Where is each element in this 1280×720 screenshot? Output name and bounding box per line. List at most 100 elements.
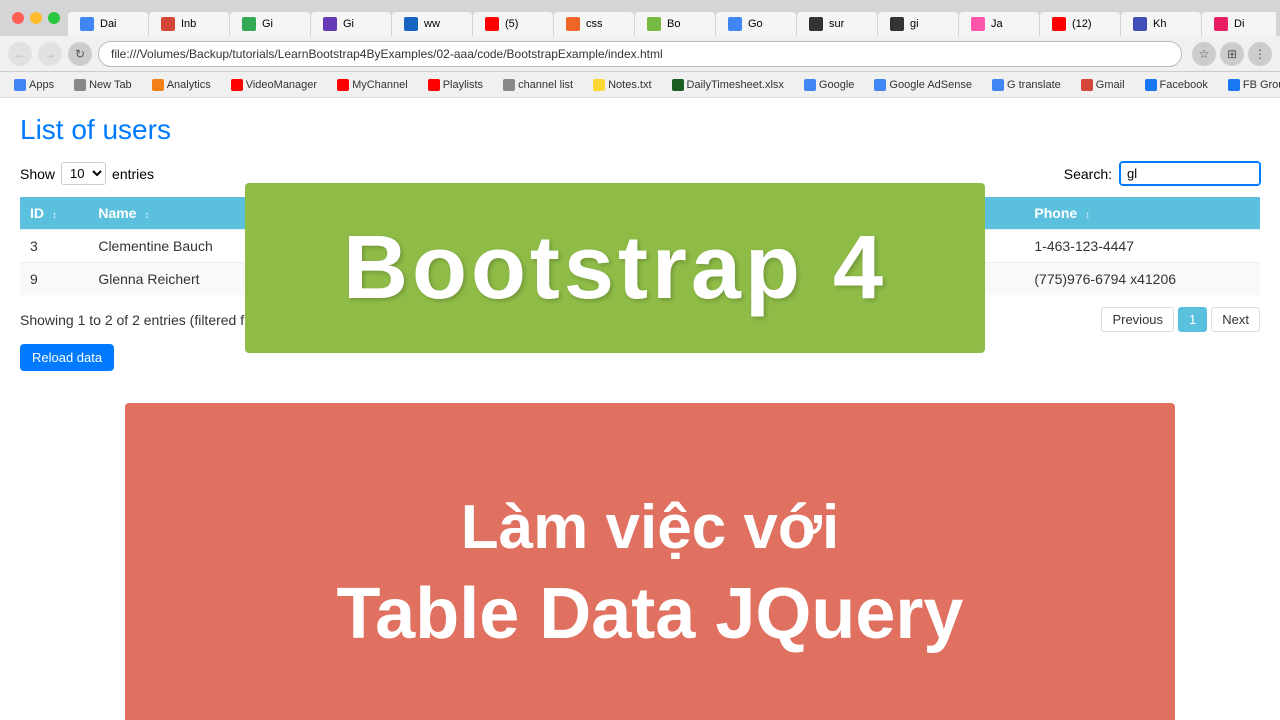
url-text: file:///Volumes/Backup/tutorials/LearnBo… bbox=[111, 47, 663, 61]
bookmark-playlists[interactable]: Playlists bbox=[422, 77, 489, 93]
menu-icon[interactable]: ⋮ bbox=[1248, 42, 1272, 66]
minimize-light[interactable] bbox=[30, 12, 42, 24]
tab-ww[interactable]: ww bbox=[392, 12, 472, 36]
tab-ja1[interactable]: Ja bbox=[959, 12, 1039, 36]
bookmark-icon bbox=[503, 79, 515, 91]
cell-id: 3 bbox=[20, 230, 88, 263]
bookmark-channel-list[interactable]: channel list bbox=[497, 77, 579, 93]
tabs-area: Dai Inb Gi Gi ww (5) bbox=[68, 0, 1276, 36]
bookmark-label: Notes.txt bbox=[608, 79, 651, 91]
bookmark-label: Apps bbox=[29, 79, 54, 91]
bookmark-newtab[interactable]: New Tab bbox=[68, 77, 138, 93]
tab-favicon bbox=[728, 17, 742, 31]
search-input[interactable] bbox=[1120, 162, 1260, 185]
bookmark-adsense[interactable]: Google AdSense bbox=[868, 77, 978, 93]
tab-favicon bbox=[80, 17, 94, 31]
tab-label: css bbox=[586, 18, 603, 30]
bookmark-videomanager[interactable]: VideoManager bbox=[225, 77, 323, 93]
bookmark-icon bbox=[152, 79, 164, 91]
tab-label: Di bbox=[1234, 18, 1244, 30]
sort-icon: ↕ bbox=[1085, 210, 1090, 221]
tab-label: gi bbox=[910, 18, 919, 30]
tab-sur1[interactable]: sur bbox=[797, 12, 877, 36]
bootstrap-overlay: Bootstrap 4 bbox=[245, 183, 985, 353]
tab-label: Dai bbox=[100, 18, 117, 30]
bookmark-star[interactable]: ☆ bbox=[1192, 42, 1216, 66]
tab-kh[interactable]: Kh bbox=[1121, 12, 1201, 36]
bootstrap-overlay-text: Bootstrap 4 bbox=[343, 217, 887, 320]
tab-di[interactable]: Di bbox=[1202, 12, 1276, 36]
tab-dai[interactable]: Dai bbox=[68, 12, 148, 36]
bookmark-icon bbox=[874, 79, 886, 91]
bookmarks-bar: Apps New Tab Analytics VideoManager MyCh… bbox=[0, 72, 1280, 98]
tab-label: Inb bbox=[181, 18, 196, 30]
bookmark-label: channel list bbox=[518, 79, 573, 91]
tab-label: Go bbox=[748, 18, 763, 30]
back-button[interactable]: ← bbox=[8, 42, 32, 66]
bookmark-label: Google bbox=[819, 79, 854, 91]
bookmark-label: Analytics bbox=[167, 79, 211, 91]
entries-suffix: entries bbox=[112, 166, 154, 182]
bookmark-label: G translate bbox=[1007, 79, 1061, 91]
bookmark-label: FB Groups bbox=[1243, 79, 1280, 91]
bookmark-icon bbox=[1228, 79, 1240, 91]
tab-inb[interactable]: Inb bbox=[149, 12, 229, 36]
tab-favicon bbox=[161, 17, 175, 31]
refresh-button[interactable]: ↻ bbox=[68, 42, 92, 66]
close-light[interactable] bbox=[12, 12, 24, 24]
entries-select[interactable]: 10 25 50 bbox=[61, 162, 106, 185]
page-title: List of users bbox=[20, 114, 1260, 146]
tab-12[interactable]: (12) bbox=[1040, 12, 1120, 36]
bookmark-mychannel[interactable]: MyChannel bbox=[331, 77, 414, 93]
col-id[interactable]: ID ↕ bbox=[20, 197, 88, 230]
forward-button[interactable]: → bbox=[38, 42, 62, 66]
tab-label: Bo bbox=[667, 18, 680, 30]
tab-favicon bbox=[809, 17, 823, 31]
tab-yt[interactable]: (5) bbox=[473, 12, 553, 36]
bookmark-timesheet[interactable]: DailyTimesheet.xlsx bbox=[666, 77, 790, 93]
bookmark-facebook[interactable]: Facebook bbox=[1139, 77, 1214, 93]
tab-label: ww bbox=[424, 18, 440, 30]
reload-button[interactable]: Reload data bbox=[20, 344, 114, 371]
sort-icon: ↕ bbox=[144, 210, 149, 221]
extensions-icon[interactable]: ⊞ bbox=[1220, 42, 1244, 66]
tab-label: (12) bbox=[1072, 18, 1092, 30]
previous-button[interactable]: Previous bbox=[1101, 307, 1174, 332]
bookmark-fbgroups[interactable]: FB Groups bbox=[1222, 77, 1280, 93]
tab-gi1[interactable]: Gi bbox=[230, 12, 310, 36]
tab-favicon bbox=[566, 17, 580, 31]
bookmark-icon bbox=[992, 79, 1004, 91]
url-bar[interactable]: file:///Volumes/Backup/tutorials/LearnBo… bbox=[98, 41, 1182, 67]
bookmark-label: VideoManager bbox=[246, 79, 317, 91]
bookmark-gmail[interactable]: Gmail bbox=[1075, 77, 1131, 93]
tab-bar: Dai Inb Gi Gi ww (5) bbox=[0, 0, 1280, 36]
bookmark-apps[interactable]: Apps bbox=[8, 77, 60, 93]
next-button[interactable]: Next bbox=[1211, 307, 1260, 332]
bookmark-label: Gmail bbox=[1096, 79, 1125, 91]
bookmark-icon bbox=[593, 79, 605, 91]
page-1-button[interactable]: 1 bbox=[1178, 307, 1207, 332]
bookmark-translate[interactable]: G translate bbox=[986, 77, 1067, 93]
tab-bo[interactable]: Bo bbox=[635, 12, 715, 36]
tab-css[interactable]: css bbox=[554, 12, 634, 36]
tab-go[interactable]: Go bbox=[716, 12, 796, 36]
cell-id: 9 bbox=[20, 263, 88, 296]
tab-favicon bbox=[323, 17, 337, 31]
page-content: List of users Show 10 25 50 entries Sear… bbox=[0, 98, 1280, 720]
bookmark-analytics[interactable]: Analytics bbox=[146, 77, 217, 93]
cell-phone: (775)976-6794 x41206 bbox=[1024, 263, 1260, 296]
show-entries: Show 10 25 50 entries bbox=[20, 162, 154, 185]
tab-gi2[interactable]: Gi bbox=[311, 12, 391, 36]
tab-label: Ja bbox=[991, 18, 1003, 30]
bookmark-google[interactable]: Google bbox=[798, 77, 860, 93]
col-phone[interactable]: Phone ↕ bbox=[1024, 197, 1260, 230]
bookmark-label: Facebook bbox=[1160, 79, 1208, 91]
bookmark-notes[interactable]: Notes.txt bbox=[587, 77, 657, 93]
bookmark-icon bbox=[804, 79, 816, 91]
tab-favicon bbox=[1133, 17, 1147, 31]
tab-favicon bbox=[971, 17, 985, 31]
tab-favicon bbox=[404, 17, 418, 31]
maximize-light[interactable] bbox=[48, 12, 60, 24]
tab-gi3[interactable]: gi bbox=[878, 12, 958, 36]
bookmark-label: New Tab bbox=[89, 79, 132, 91]
